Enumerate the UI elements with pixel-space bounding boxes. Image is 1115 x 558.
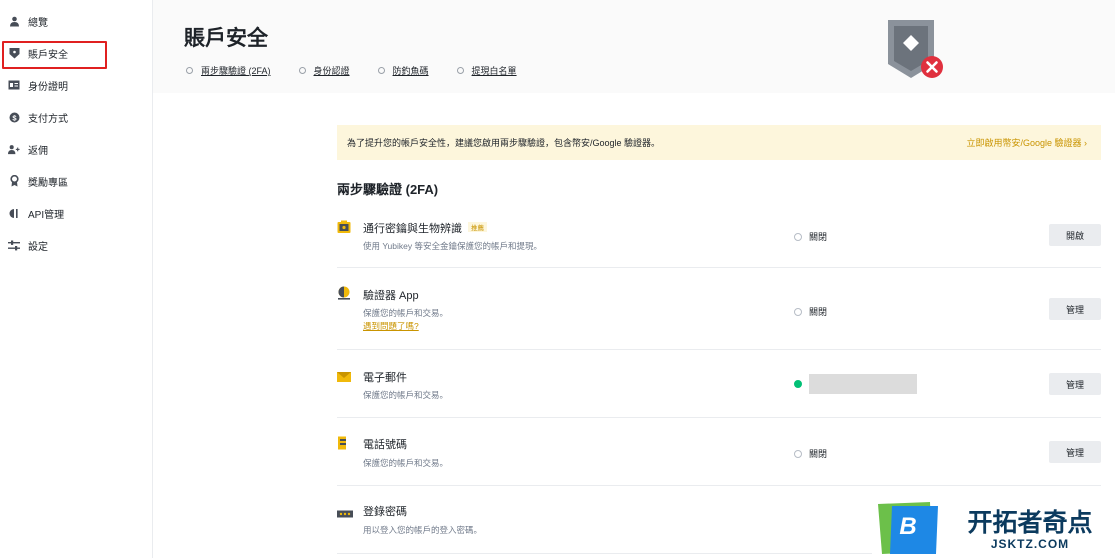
circle-icon [456,67,464,74]
sidebar-item-api[interactable]: API管理 [0,197,152,229]
watermark-letter: B [899,513,916,540]
api-icon [8,207,20,219]
having-problems-link[interactable]: 遇到問題了嗎? [363,320,419,332]
authenticator-icon [337,286,351,300]
sidebar-item-label: 獎勵專區 [28,177,68,189]
tab-anti-phishing[interactable]: 防釣魚碼 [377,64,429,77]
email-icon [337,370,351,384]
row-title: 電子郵件 [363,372,407,384]
2fa-row-passkeys: 通行密鑰與生物辨識 推薦 使用 Yubikey 等安全金鑰保護您的帳戶和提現。 關… [337,208,1101,268]
sidebar-item-identity[interactable]: 身份證明 [0,69,152,101]
row-title-text: 通行密鑰與生物辨識 [363,223,462,235]
section-title: 兩步驟驗證 (2FA) [337,182,439,197]
sliders-icon [8,239,20,251]
sidebar-item-payment[interactable]: $ 支付方式 [0,101,152,133]
sidebar-item-label: 總覽 [28,17,48,29]
tab-label: 身份認證 [313,66,350,76]
passkey-icon [337,220,351,234]
user-icon [8,15,20,27]
sidebar-item-label: 賬戶安全 [28,49,68,61]
circle-icon [377,67,385,74]
password-icon [337,505,353,519]
watermark-main-text: 开拓者奇点 [967,508,1092,537]
sidebar-item-account-security[interactable]: 賬戶安全 [0,37,152,69]
sidebar-nav: 總覽 賬戶安全 身份證明 $ 支付方式 返佣 獎勵專區 API管理 設定 [0,0,152,261]
status-off-icon [794,307,802,316]
tab-2fa[interactable]: 兩步驟驗證 (2FA) [186,64,271,77]
sidebar-item-referral[interactable]: 返佣 [0,133,152,165]
row-description: 使用 Yubikey 等安全金鑰保護您的帳戶和提現。 [363,241,542,251]
security-tabs: 兩步驟驗證 (2FA) 身份認證 防釣魚碼 提現白名單 [186,64,517,77]
banner-text: 為了提升您的帳戶安全性，建議您啟用兩步驟驗證，包含幣安/Google 驗證器。 [347,138,661,148]
tab-withdraw-whitelist[interactable]: 提現白名單 [456,64,517,77]
manage-authenticator-button[interactable]: 管理 [1049,298,1101,320]
app-root: 總覽 賬戶安全 身份證明 $ 支付方式 返佣 獎勵專區 API管理 設定 賬戶安… [0,0,1115,558]
page-header [153,0,1115,93]
award-icon [8,175,20,187]
row-description: 保護您的帳戶和交易。 [363,308,449,318]
status-text: 關閉 [809,232,828,242]
row-status: 關閉 [794,230,827,243]
2fa-row-email: 電子郵件 保護您的帳戶和交易。 管理 [337,350,1101,418]
watermark-logo: B 开拓者奇点 JSKTZ.COM [872,500,1115,558]
row-title: 登錄密碼 [363,506,407,518]
manage-phone-button[interactable]: 管理 [1049,441,1101,463]
sidebar-item-label: 支付方式 [28,113,68,125]
row-title: 驗證器 App [363,290,419,302]
enable-authenticator-link[interactable]: 立即啟用幣安/Google 驗證器 › [966,136,1087,149]
manage-email-button[interactable]: 管理 [1049,373,1101,395]
row-description: 保護您的帳戶和交易。 [363,390,449,400]
sidebar-item-label: 身份證明 [28,81,68,93]
row-title: 電話號碼 [363,439,407,451]
shield-icon [8,47,20,59]
tab-label: 防釣魚碼 [392,66,429,76]
row-status [794,374,917,394]
sidebar-item-overview[interactable]: 總覽 [0,5,152,37]
tab-identity-verification[interactable]: 身份認證 [298,64,350,77]
check-circle-icon [794,380,802,388]
status-off-icon [794,232,802,241]
sidebar-item-label: API管理 [28,209,65,221]
phone-icon [337,436,351,450]
security-shield-illustration [884,18,944,82]
id-card-icon [8,79,20,91]
circle-icon [298,67,306,74]
2fa-row-phone: 電話號碼 保護您的帳戶和交易。 關閉 管理 [337,418,1101,486]
sidebar-item-label: 設定 [28,241,48,253]
add-user-icon [8,143,20,155]
status-text: 關閉 [809,307,828,317]
tab-label: 提現白名單 [471,66,517,76]
sidebar-item-rewards[interactable]: 獎勵專區 [0,165,152,197]
sidebar: 總覽 賬戶安全 身份證明 $ 支付方式 返佣 獎勵專區 API管理 設定 [0,0,153,558]
status-text: 關閉 [809,449,828,459]
dollar-icon: $ [8,111,20,123]
sidebar-item-label: 返佣 [28,145,48,157]
row-status: 關閉 [794,305,827,318]
circle-icon [186,67,193,74]
sidebar-item-settings[interactable]: 設定 [0,229,152,261]
enable-2fa-banner: 為了提升您的帳戶安全性，建議您啟用兩步驟驗證，包含幣安/Google 驗證器。 … [337,125,1101,160]
enable-passkey-button[interactable]: 開啟 [1049,224,1101,246]
tab-label: 兩步驟驗證 (2FA) [201,66,271,76]
watermark-sub-text: JSKTZ.COM [991,537,1069,551]
recommended-tag: 推薦 [468,222,487,232]
2fa-row-authenticator: 驗證器 App 保護您的帳戶和交易。 遇到問題了嗎? 關閉 管理 [337,268,1101,350]
row-description: 用以登入您的帳戶的登入密碼。 [363,525,483,535]
page-title: 賬戶安全 [184,27,268,50]
row-title: 通行密鑰與生物辨識 推薦 [363,220,487,236]
masked-email-value [809,374,917,394]
row-description: 保護您的帳戶和交易。 [363,458,449,468]
status-off-icon [794,449,802,458]
row-status: 關閉 [794,447,827,460]
